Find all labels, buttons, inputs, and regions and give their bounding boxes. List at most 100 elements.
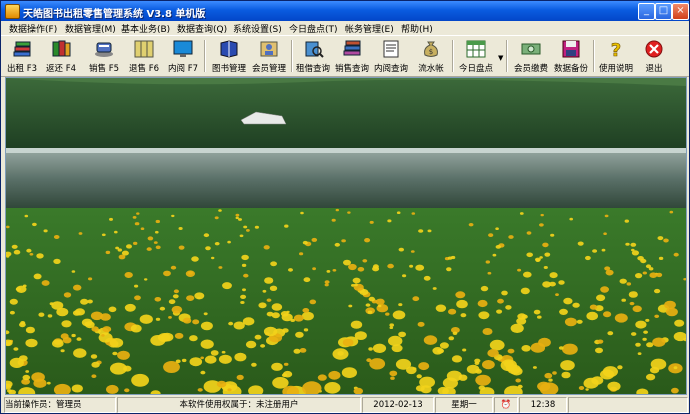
flower-blossom <box>377 304 382 308</box>
menu-accounts[interactable]: 帐务管理(E) <box>345 22 394 35</box>
read-inside-button[interactable]: 内阅 F7 <box>165 38 201 74</box>
flower-blossom <box>221 350 226 354</box>
flower-blossom <box>632 305 642 313</box>
flower-blossom <box>140 227 145 230</box>
flower-blossom <box>398 247 404 252</box>
menu-business[interactable]: 基本业务(B) <box>121 22 170 35</box>
flower-blossom <box>619 278 627 284</box>
menu-help[interactable]: 帮助(H) <box>401 22 433 35</box>
rent-button[interactable]: 出租 F3 <box>5 38 39 74</box>
flower-blossom <box>495 245 501 249</box>
sale-query-button[interactable]: 销售查询 <box>333 38 371 74</box>
flower-blossom <box>25 326 35 334</box>
flower-blossom <box>227 388 232 392</box>
flower-blossom <box>251 362 257 367</box>
flower-blossom <box>114 230 118 234</box>
flower-blossom <box>362 259 368 263</box>
flower-blossom <box>101 233 106 237</box>
minimize-button[interactable]: _ <box>638 3 655 20</box>
flower-blossom <box>601 248 606 252</box>
rent-query-button[interactable]: 租借查询 <box>293 38 333 74</box>
flower-blossom <box>646 342 654 348</box>
flower-blossom <box>239 234 244 238</box>
member-fee-button[interactable]: 会员缴费 <box>509 38 553 74</box>
flower-blossom <box>561 371 571 379</box>
flower-blossom <box>300 211 304 215</box>
flower-blossom <box>586 311 598 321</box>
flower-blossom <box>46 381 51 385</box>
app-icon <box>5 4 20 19</box>
flower-blossom <box>635 273 643 279</box>
flower-blossom <box>658 256 664 260</box>
manual-button[interactable]: ? 使用说明 <box>596 38 636 74</box>
close-button[interactable]: × <box>672 3 689 20</box>
flower-blossom <box>673 252 679 257</box>
flower-blossom <box>157 333 171 342</box>
flower-blossom <box>182 317 192 324</box>
sale-button[interactable]: 销售 F5 <box>85 38 123 74</box>
menu-data-ops[interactable]: 数据操作(F) <box>9 22 57 35</box>
flower-blossom <box>60 349 65 353</box>
flower-blossom <box>418 362 430 371</box>
book-manage-button[interactable]: 图书管理 <box>209 38 249 74</box>
flower-blossom <box>155 219 160 224</box>
ledger-button[interactable]: $ 流水帐 <box>413 38 449 74</box>
flower-blossom <box>548 378 553 382</box>
flower-blossom <box>415 264 425 271</box>
flower-blossom <box>102 326 112 333</box>
menu-data-query[interactable]: 数据查询(Q) <box>177 22 227 35</box>
today-check-button[interactable]: 今日盘点 <box>455 38 497 74</box>
menu-today-check[interactable]: 今日盘点(T) <box>289 22 338 35</box>
return-button[interactable]: 返还 F4 <box>41 38 81 74</box>
flower-blossom <box>139 314 153 324</box>
flower-blossom <box>423 275 431 281</box>
backup-button[interactable]: 数据备份 <box>551 38 591 74</box>
flower-blossom <box>350 320 363 329</box>
member-manage-button[interactable]: 会员管理 <box>249 38 289 74</box>
flower-blossom <box>197 388 203 392</box>
return-sale-button[interactable]: 退售 F6 <box>125 38 163 74</box>
flower-blossom <box>133 241 138 245</box>
title-bar[interactable]: 天皓图书出租零售管理系统 V3.8 单机版 _ □ × <box>1 1 689 21</box>
flower-blossom <box>572 302 580 308</box>
menu-bar: 数据操作(F) 数据管理(M) 基本业务(B) 数据查询(Q) 系统设置(S) … <box>1 21 689 35</box>
flower-blossom <box>71 270 76 273</box>
flower-blossom <box>447 256 453 260</box>
flower-blossom <box>564 317 577 327</box>
flower-blossom <box>18 355 28 362</box>
flower-blossom <box>174 332 184 339</box>
flower-blossom <box>173 289 179 294</box>
flower-blossom <box>448 336 455 341</box>
flower-blossom <box>671 387 679 394</box>
flower-blossom <box>87 299 93 304</box>
flower-blossom <box>53 258 61 264</box>
flower-blossom <box>387 219 392 223</box>
flower-blossom <box>227 240 231 244</box>
flower-blossom <box>558 280 565 285</box>
flower-blossom <box>228 321 234 326</box>
flower-blossom <box>109 217 113 221</box>
exit-button[interactable]: 退出 <box>637 38 671 74</box>
flower-blossom <box>576 319 583 324</box>
flower-blossom <box>596 294 606 302</box>
flower-blossom <box>477 299 488 308</box>
flower-blossom <box>254 225 259 229</box>
read-query-button[interactable]: 内阅查询 <box>371 38 411 74</box>
flower-blossom <box>186 295 195 301</box>
menu-data-manage[interactable]: 数据管理(M) <box>65 22 116 35</box>
flower-blossom <box>452 331 458 335</box>
time-status: 12:38 <box>519 397 567 413</box>
toolbar-separator <box>204 40 206 72</box>
flower-blossom <box>78 232 83 235</box>
flower-blossom <box>446 267 452 272</box>
flower-blossom <box>38 312 45 317</box>
flower-blossom <box>631 248 635 252</box>
flower-blossom <box>243 273 249 278</box>
date-status: 2012-02-13 <box>362 397 434 413</box>
chevron-down-icon[interactable]: ▼ <box>498 54 503 62</box>
maximize-button[interactable]: □ <box>655 3 672 20</box>
flower-blossom <box>420 385 432 394</box>
flower-blossom <box>241 254 249 261</box>
menu-settings[interactable]: 系统设置(S) <box>233 22 282 35</box>
flower-blossom <box>334 242 340 247</box>
